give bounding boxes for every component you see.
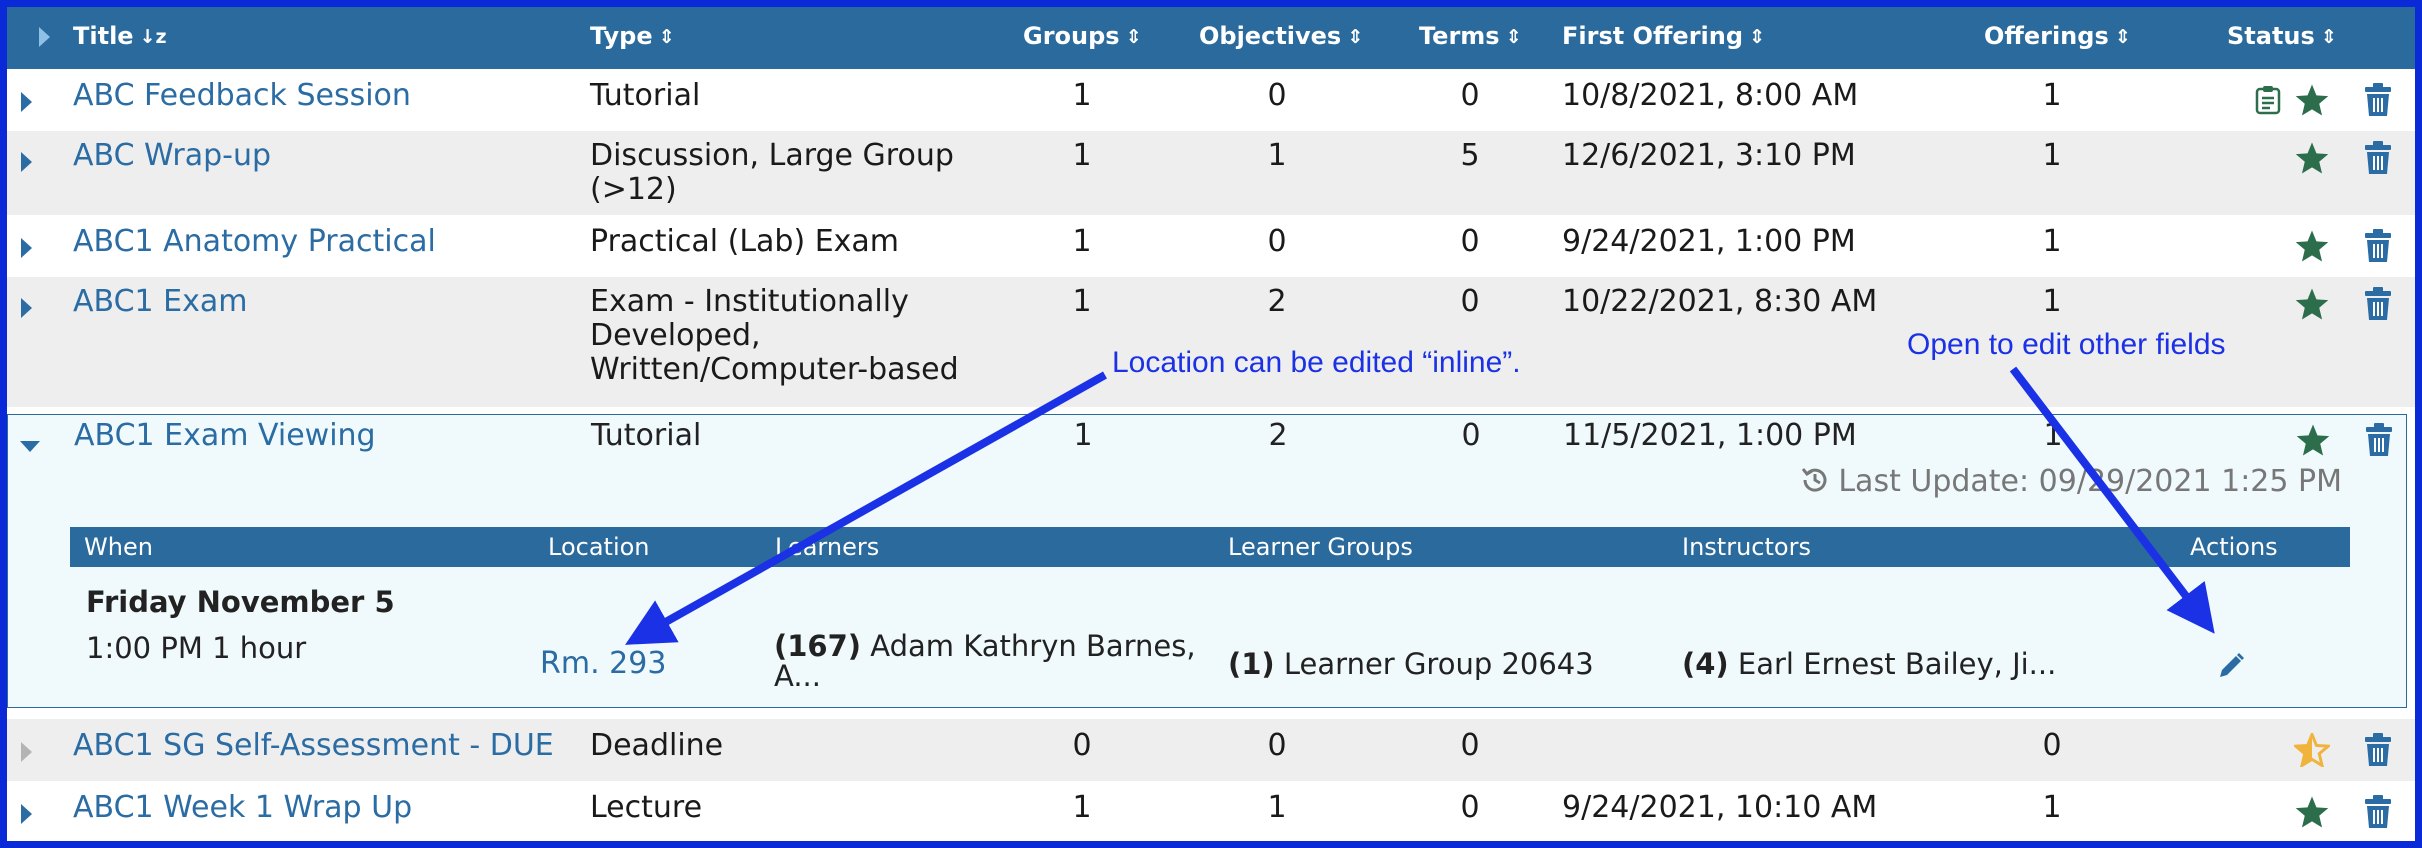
screenshot-frame: Title ↓z Type ⇕ Groups ⇕ Objectives ⇕ Terms ⇕…	[0, 0, 2422, 848]
arrow-to-edit	[2009, 366, 2215, 634]
arrow-to-location	[625, 371, 1107, 645]
annotation-arrows	[625, 366, 2215, 645]
